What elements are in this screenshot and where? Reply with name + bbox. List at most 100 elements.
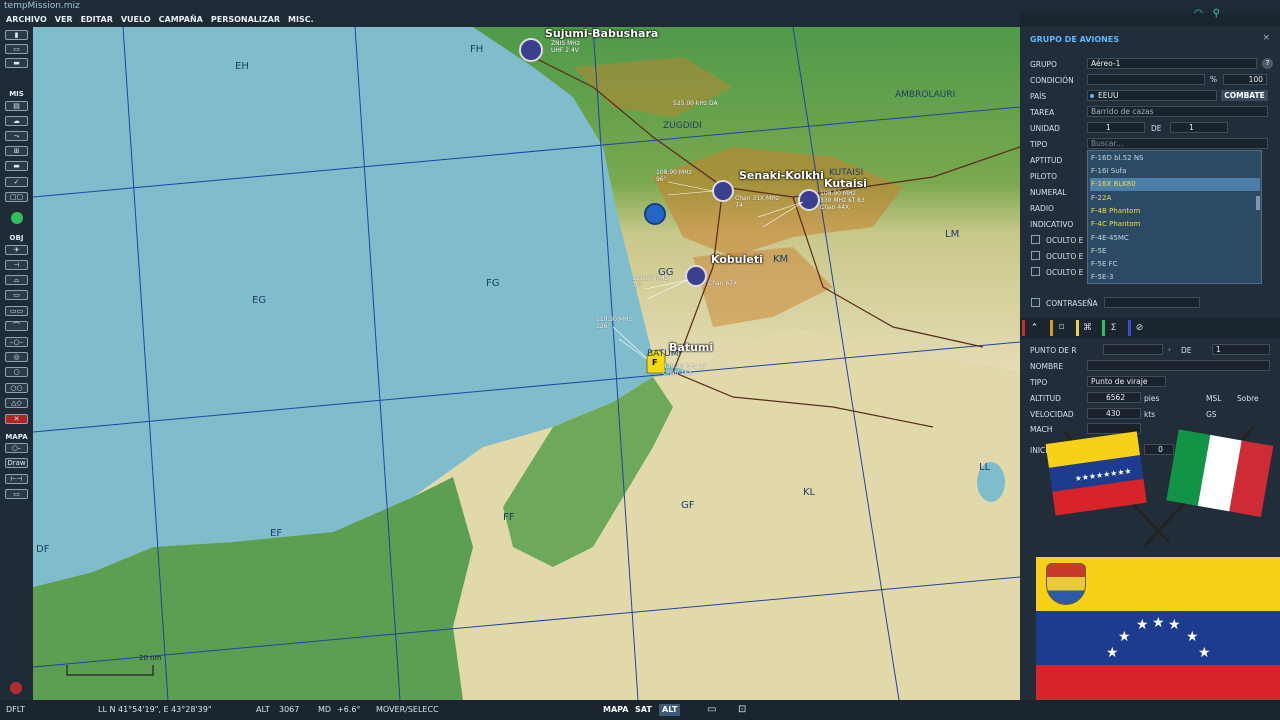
mission-briefing-icon[interactable]: ▤ bbox=[5, 101, 28, 111]
combate-button[interactable]: COMBATE bbox=[1221, 90, 1268, 101]
profile-select[interactable]: DFLT bbox=[6, 700, 25, 720]
add-circle-icon[interactable] bbox=[11, 212, 23, 224]
aircraft-option[interactable]: F-22A bbox=[1090, 192, 1260, 205]
route-tab-icon[interactable]: ⌃ bbox=[1022, 320, 1044, 336]
map-mode-button[interactable]: MAPA bbox=[600, 704, 631, 716]
wp-de-input[interactable]: 1 bbox=[1212, 344, 1270, 355]
chevron-right-icon[interactable]: › bbox=[1168, 345, 1171, 354]
help-icon[interactable]: ? bbox=[1262, 58, 1273, 69]
weather-icon[interactable]: ☁ bbox=[5, 116, 28, 126]
aircraft-option[interactable]: F-4B Phantom bbox=[1090, 205, 1260, 218]
target-icon[interactable]: ◎ bbox=[5, 352, 28, 362]
de-input[interactable]: 1 bbox=[1170, 122, 1228, 133]
summary-tab-icon[interactable]: Σ bbox=[1102, 320, 1122, 336]
sat-mode-button[interactable]: SAT bbox=[632, 704, 655, 716]
airbase-label-kutaisi[interactable]: Kutaisi bbox=[824, 177, 867, 190]
nombre-input[interactable] bbox=[1087, 360, 1270, 371]
oculto-3-checkbox[interactable] bbox=[1031, 267, 1040, 276]
airbase-kutaisi-icon[interactable] bbox=[798, 189, 820, 211]
flight-marker-label: F bbox=[652, 358, 658, 367]
unidad-input[interactable]: 1 bbox=[1087, 122, 1145, 133]
md-value: +6.6° bbox=[337, 705, 361, 714]
oculto-1-checkbox[interactable] bbox=[1031, 235, 1040, 244]
nav-beacon-icon[interactable] bbox=[644, 203, 666, 225]
airbase-label-kobuleti[interactable]: Kobuleti bbox=[711, 253, 763, 266]
mission-map[interactable]: FH EH EG FG GG KM LM EF FF GF KL LL DF A… bbox=[33, 27, 1020, 700]
helicopter-icon[interactable]: ⊣ bbox=[5, 260, 28, 270]
airbase-label-sujumi[interactable]: Sujumi-Babushara bbox=[545, 27, 658, 40]
menu-campana[interactable]: CAMPAÑA bbox=[159, 13, 203, 27]
open-file-icon[interactable]: ▭ bbox=[5, 44, 28, 54]
condicion-slider[interactable] bbox=[1087, 74, 1205, 85]
alt-label: ALT bbox=[256, 705, 270, 714]
wp-tipo-select[interactable]: Punto de viraje bbox=[1087, 376, 1166, 387]
airbase-senaki-icon[interactable] bbox=[712, 180, 734, 202]
menu-archivo[interactable]: ARCHIVO bbox=[6, 13, 47, 27]
msl-select[interactable]: MSL bbox=[1206, 394, 1221, 403]
group-icon[interactable]: ○○ bbox=[5, 383, 28, 393]
actions-tab-icon[interactable]: ⌘ bbox=[1076, 320, 1096, 336]
close-icon[interactable]: × bbox=[1262, 33, 1270, 43]
contrasena-input[interactable] bbox=[1104, 297, 1200, 308]
contrasena-checkbox[interactable] bbox=[1031, 298, 1040, 307]
save-file-icon[interactable]: ▬ bbox=[5, 58, 28, 68]
antenna-icon: ⚲ bbox=[1212, 8, 1220, 19]
dropdown-scrollbar[interactable] bbox=[1256, 196, 1260, 210]
alt-mode-button[interactable]: ALT bbox=[659, 704, 681, 716]
airbase-kobuleti-icon[interactable] bbox=[685, 265, 707, 287]
airplane-icon[interactable]: ✈ bbox=[5, 245, 28, 255]
film-icon[interactable]: ▭ bbox=[707, 700, 716, 720]
layer-icon[interactable]: ▭ bbox=[5, 489, 28, 499]
freq-senaki: 108.90 MHz 96° bbox=[656, 169, 692, 183]
static-icon[interactable]: ▭▭ bbox=[5, 306, 28, 316]
menu-ver[interactable]: VER bbox=[55, 13, 73, 27]
ship-icon[interactable]: ⌓ bbox=[5, 275, 28, 285]
tarea-select[interactable]: Barrido de cazas bbox=[1087, 106, 1268, 117]
velocidad-input[interactable]: 430 bbox=[1087, 408, 1141, 419]
aircraft-option[interactable]: F-16D bl.52 NS bbox=[1090, 152, 1260, 165]
grid-label-eh: EH bbox=[235, 61, 249, 72]
shapes-icon[interactable]: △◇ bbox=[5, 398, 28, 408]
draw-button[interactable]: Draw bbox=[5, 458, 28, 468]
menu-vuelo[interactable]: VUELO bbox=[121, 13, 151, 27]
airbase-label-senaki[interactable]: Senaki-Kolkhi bbox=[739, 169, 824, 182]
aircraft-option[interactable]: F-5E bbox=[1090, 245, 1260, 258]
aircraft-option-selected[interactable]: F-16X BLK80 bbox=[1090, 178, 1260, 191]
triggers-icon[interactable]: ⤳ bbox=[5, 131, 28, 141]
goals-icon[interactable]: ⊞ bbox=[5, 146, 28, 156]
menu-personalizar[interactable]: PERSONALIZAR bbox=[211, 13, 280, 27]
check-icon[interactable]: ✓ bbox=[5, 177, 28, 187]
aircraft-type-dropdown[interactable]: F-16D bl.52 NS F-16I Sufa F-16X BLK80 F-… bbox=[1087, 150, 1262, 284]
condicion-input[interactable]: 100 bbox=[1223, 74, 1267, 85]
delete-icon[interactable]: ✕ bbox=[5, 414, 28, 424]
failures-tab-icon[interactable]: ⊘ bbox=[1128, 320, 1148, 336]
grupo-input[interactable]: Aéreo-1 bbox=[1087, 58, 1257, 69]
sobre-select[interactable]: Sobre bbox=[1237, 394, 1259, 403]
airbase-sujumi-icon[interactable] bbox=[519, 38, 543, 62]
aircraft-option[interactable]: F-4C Phantom bbox=[1090, 218, 1260, 231]
new-file-icon[interactable]: ▮ bbox=[5, 30, 28, 40]
menu-editar[interactable]: EDITAR bbox=[81, 13, 113, 27]
aircraft-option[interactable]: F-16I Sufa bbox=[1090, 165, 1260, 178]
aircraft-option[interactable]: F-5E FC bbox=[1090, 258, 1260, 271]
record-icon[interactable] bbox=[10, 682, 22, 694]
aircraft-option[interactable]: F-5E-3 bbox=[1090, 271, 1260, 284]
measure-icon[interactable]: ⊢⊣ bbox=[5, 474, 28, 484]
airbase-label-batumi[interactable]: Batumi bbox=[669, 341, 713, 354]
pais-select[interactable]: EEUU bbox=[1087, 90, 1217, 101]
camera-icon[interactable]: ⊡ bbox=[738, 700, 746, 720]
vehicle-icon[interactable]: ▭ bbox=[5, 290, 28, 300]
punto-select[interactable] bbox=[1103, 344, 1163, 355]
targets-tab-icon[interactable]: ⌑ bbox=[1050, 320, 1070, 336]
altitud-input[interactable]: 6562 bbox=[1087, 392, 1141, 403]
radio-icon[interactable]: ▬ bbox=[5, 161, 28, 171]
menu-misc[interactable]: MISC. bbox=[288, 13, 314, 27]
train-icon[interactable]: ⌒ bbox=[5, 321, 28, 331]
ruler-icon[interactable]: ○– bbox=[5, 443, 28, 453]
tipo-search-input[interactable]: Buscar... bbox=[1087, 138, 1268, 149]
resources-icon[interactable]: ▢▢ bbox=[5, 192, 28, 202]
zone-icon[interactable]: ○ bbox=[5, 367, 28, 377]
aircraft-option[interactable]: F-4E-45MC bbox=[1090, 232, 1260, 245]
waypoint-icon[interactable]: –○– bbox=[5, 337, 28, 347]
oculto-2-checkbox[interactable] bbox=[1031, 251, 1040, 260]
